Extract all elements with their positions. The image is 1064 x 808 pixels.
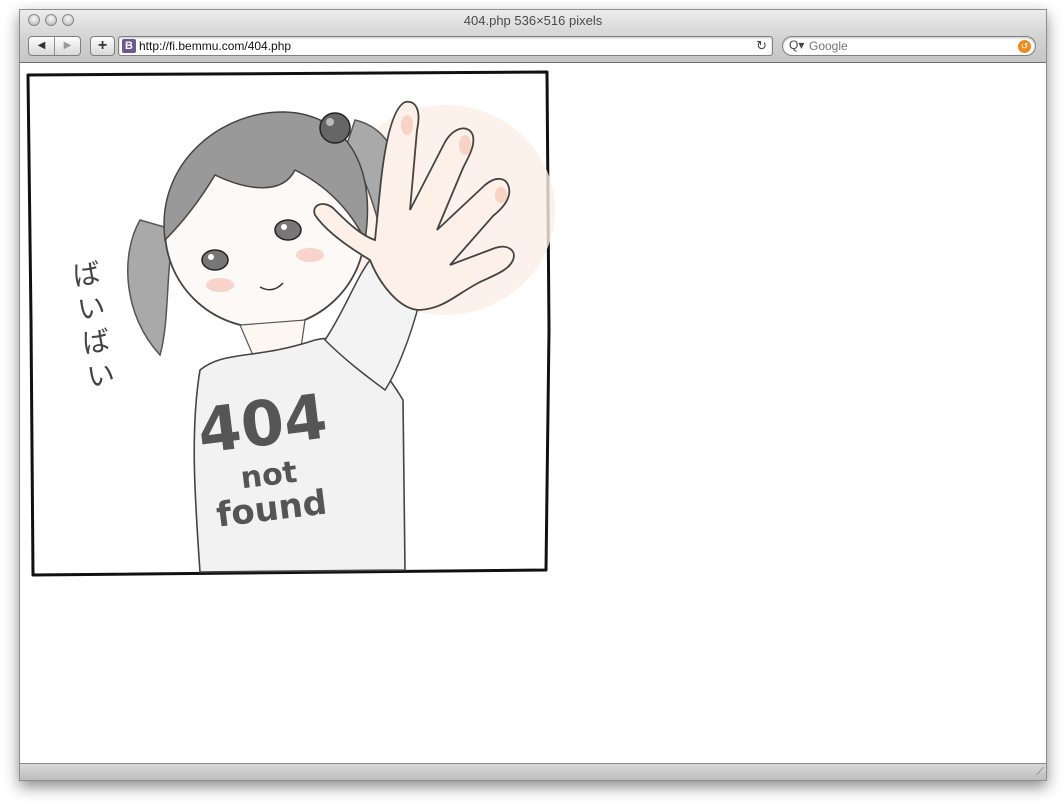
search-icon[interactable]: Q▾ <box>789 38 804 52</box>
toolbar: 404.php 536×516 pixels ◀ ▶ + B http://fi… <box>20 10 1046 63</box>
resize-grip-icon[interactable]: ⟋ <box>1036 766 1044 779</box>
back-button[interactable]: ◀ <box>29 37 54 55</box>
window-title: 404.php 536×516 pixels <box>463 13 603 28</box>
back-forward-group: ◀ ▶ <box>28 36 81 56</box>
snapback-icon[interactable]: ↺ <box>1018 40 1031 53</box>
site-favicon-icon: B <box>122 39 136 53</box>
page-content: 404 not found ばいばい <box>20 63 1046 764</box>
address-bar[interactable]: B http://fi.bemmu.com/404.php ↻ <box>118 36 773 56</box>
add-bookmark-button[interactable]: + <box>90 36 115 56</box>
back-arrow-icon: ◀ <box>37 40 46 51</box>
404-illustration: 404 not found ばいばい <box>26 70 555 577</box>
status-bar: ⟋ <box>20 763 1046 780</box>
url-text[interactable]: http://fi.bemmu.com/404.php <box>139 39 291 53</box>
browser-window: 404.php 536×516 pixels ◀ ▶ + B http://fi… <box>19 9 1047 781</box>
reload-icon[interactable]: ↻ <box>756 38 767 54</box>
search-input[interactable] <box>809 37 1009 55</box>
forward-button[interactable]: ▶ <box>54 37 80 55</box>
forward-arrow-icon: ▶ <box>63 40 72 51</box>
search-field[interactable]: Q▾ ↺ <box>782 36 1036 56</box>
